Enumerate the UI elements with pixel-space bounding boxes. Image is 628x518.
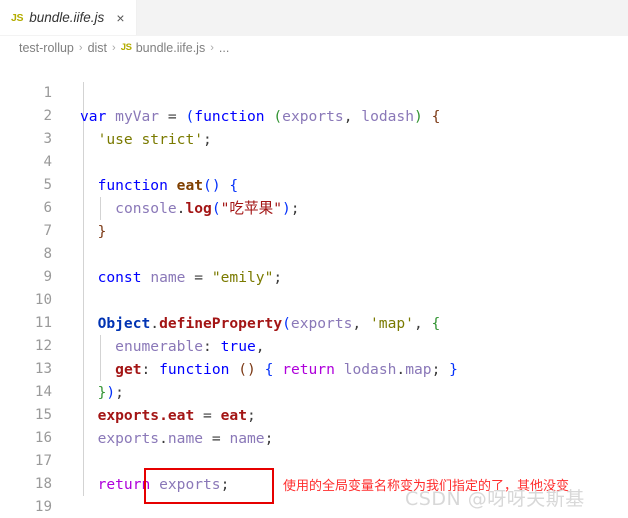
code-line[interactable]: 7 [0,197,628,220]
code-line[interactable]: 9 [0,243,628,266]
editor-tab-bundle-iife-js[interactable]: JS bundle.iife.js × [0,0,137,35]
code-line[interactable]: 12 get: function () { return lodash.map;… [0,312,628,335]
code-line[interactable]: 2 'use strict'; [0,82,628,105]
code-line[interactable]: 8 const name = "emily"; [0,220,628,243]
code-line[interactable]: 11 enumerable: true, [0,289,628,312]
code-line[interactable]: 6 } [0,174,628,197]
chevron-right-icon: › [79,42,83,54]
code-editor[interactable]: 1 var myVar = (function (exports, lodash… [0,59,628,518]
breadcrumb-item-folder[interactable]: test-rollup [19,41,74,55]
code-lines: 1 var myVar = (function (exports, lodash… [0,59,628,518]
code-line[interactable]: 19 })({}, lodash_bar); [0,473,628,496]
code-line[interactable]: 4 function eat() { [0,128,628,151]
code-line[interactable]: 18 [0,450,628,473]
code-line[interactable]: 16 [0,404,628,427]
code-line[interactable]: 10 Object.defineProperty(exports, 'map',… [0,266,628,289]
code-line[interactable]: 1 var myVar = (function (exports, lodash… [0,59,628,82]
code-line[interactable]: 3 [0,105,628,128]
code-line[interactable]: 15 exports.name = name; [0,381,628,404]
breadcrumb-item-symbols[interactable]: ... [219,41,229,55]
breadcrumb-item-file[interactable]: bundle.iife.js [136,41,206,55]
vscode-editor-window: JS bundle.iife.js × test-rollup › dist ›… [0,0,628,517]
code-line[interactable]: 5 console.log("吃苹果"); [0,151,628,174]
js-file-icon: JS [121,42,132,53]
tab-label: bundle.iife.js [29,10,104,25]
chevron-right-icon: › [112,42,116,54]
code-line[interactable]: 17 return exports; [0,427,628,450]
breadcrumb-item-dist[interactable]: dist [88,41,107,55]
chevron-right-icon: › [210,42,214,54]
tab-bar-empty-space [137,0,628,35]
js-file-icon: JS [11,12,23,24]
close-icon[interactable]: × [114,10,126,26]
breadcrumb: test-rollup › dist › JS bundle.iife.js ›… [0,36,628,59]
code-line[interactable]: 13 }); [0,335,628,358]
code-line-active[interactable]: 20 [0,496,628,518]
code-line[interactable]: 14 exports.eat = eat; [0,358,628,381]
editor-tab-bar: JS bundle.iife.js × [0,0,628,36]
